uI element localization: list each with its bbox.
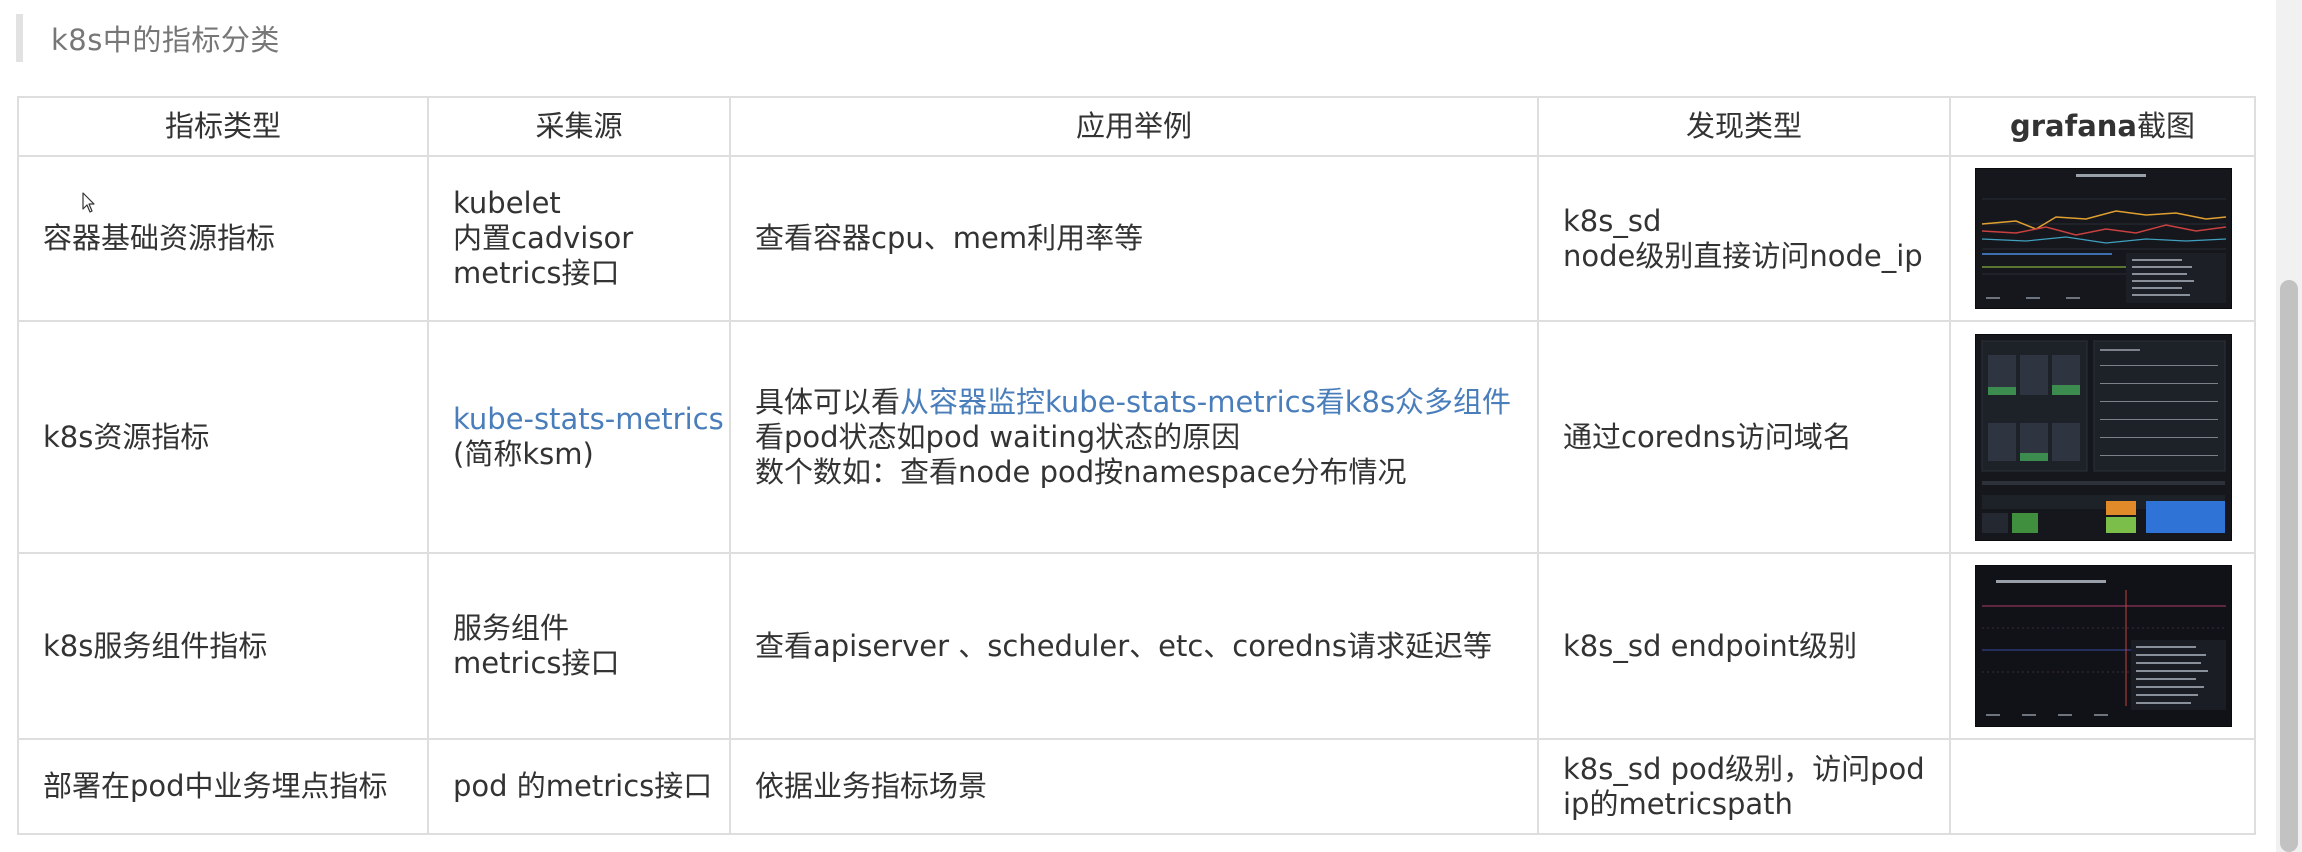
cell-grafana xyxy=(1949,320,2256,554)
cell-source: kube-stats-metrics (简称ksm) xyxy=(427,320,731,554)
cell-example: 具体可以看从容器监控kube-stats-metrics看k8s众多组件 看po… xyxy=(729,320,1539,554)
header-source: 采集源 xyxy=(427,96,731,157)
example-line: 数个数如：查看node pod按namespace分布情况 xyxy=(755,454,1407,489)
ksm-link[interactable]: kube-stats-metrics xyxy=(453,402,724,437)
cell-type: 容器基础资源指标 xyxy=(17,155,429,322)
cell-example: 依据业务指标场景 xyxy=(729,738,1539,835)
cell-grafana xyxy=(1949,552,2256,740)
page-title: k8s中的指标分类 xyxy=(51,23,280,57)
example-line: 查看apiserver 、scheduler、etc、coredns请求延迟等 xyxy=(755,628,1493,663)
discovery-line: k8s_sd endpoint级别 xyxy=(1563,628,1858,663)
discovery-line: node级别直接访问node_ip xyxy=(1563,238,1923,273)
source-line: kubelet xyxy=(453,186,561,220)
cell-discovery: k8s_sd node级别直接访问node_ip xyxy=(1537,155,1951,322)
example-line: 查看容器cpu、mem利用率等 xyxy=(755,221,1144,255)
table-row: 容器基础资源指标 kubelet 内置cadvisor metrics接口 查看… xyxy=(17,155,2256,322)
heading-accent-bar xyxy=(16,14,23,62)
cell-example: 查看apiserver 、scheduler、etc、coredns请求延迟等 xyxy=(729,552,1539,740)
source-line: metrics接口 xyxy=(453,256,620,290)
header-grafana-bold: grafana xyxy=(2009,109,2137,143)
discovery-line: k8s_sd xyxy=(1563,203,1662,238)
source-line: metrics接口 xyxy=(453,646,620,680)
page: k8s中的指标分类 指标类型 采集源 应用举例 发现类型 grafana截图 容… xyxy=(0,0,2302,852)
cell-example: 查看容器cpu、mem利用率等 xyxy=(729,155,1539,322)
example-line: 依据业务指标场景 xyxy=(755,769,988,803)
grafana-screenshot-container-usage[interactable] xyxy=(1975,168,2232,309)
mouse-pointer-icon xyxy=(82,192,96,214)
cell-source: kubelet 内置cadvisor metrics接口 xyxy=(427,155,731,322)
cell-discovery: 通过coredns访问域名 xyxy=(1537,320,1951,554)
header-example: 应用举例 xyxy=(729,96,1539,157)
table-row: 部署在pod中业务埋点指标 pod 的metrics接口 依据业务指标场景 k8… xyxy=(17,738,2256,835)
source-line: pod 的metrics接口 xyxy=(453,769,713,803)
table-row: k8s资源指标 kube-stats-metrics (简称ksm) 具体可以看… xyxy=(17,320,2256,554)
header-type: 指标类型 xyxy=(17,96,429,157)
cell-grafana xyxy=(1949,155,2256,322)
cell-source: pod 的metrics接口 xyxy=(427,738,731,835)
example-line-with-link: 具体可以看从容器监控kube-stats-metrics看k8s众多组件 xyxy=(755,385,1513,420)
grafana-screenshot-ksm-dashboard[interactable] xyxy=(1975,333,2232,541)
discovery-line: k8s_sd pod级别，访问pod xyxy=(1563,751,1925,786)
container-monitoring-link[interactable]: 从容器监控kube-stats-metrics看k8s众多组件 xyxy=(900,385,1511,419)
discovery-line: ip的metricspath xyxy=(1563,786,1793,821)
grafana-screenshot-apiserver-latency[interactable] xyxy=(1975,565,2232,727)
metrics-table: 指标类型 采集源 应用举例 发现类型 grafana截图 容器基础资源指标 ku… xyxy=(17,96,2256,835)
cell-grafana-empty xyxy=(1949,738,2256,835)
cell-type: 部署在pod中业务埋点指标 xyxy=(17,738,429,835)
source-line: (简称ksm) xyxy=(453,437,594,471)
cell-discovery: k8s_sd pod级别，访问pod ip的metricspath xyxy=(1537,738,1951,835)
example-prefix: 具体可以看 xyxy=(755,384,901,419)
cell-type: k8s资源指标 xyxy=(17,320,429,554)
section-heading: k8s中的指标分类 xyxy=(16,14,280,62)
header-discovery: 发现类型 xyxy=(1537,96,1951,157)
cell-type: k8s服务组件指标 xyxy=(17,552,429,740)
cell-source: 服务组件 metrics接口 xyxy=(427,552,731,740)
header-grafana: grafana截图 xyxy=(1949,96,2256,157)
scrollbar-thumb[interactable] xyxy=(2280,280,2298,852)
table-header-row: 指标类型 采集源 应用举例 发现类型 grafana截图 xyxy=(17,96,2256,157)
example-line: 看pod状态如pod waiting状态的原因 xyxy=(755,419,1241,454)
source-line: 内置cadvisor xyxy=(453,221,634,255)
cell-discovery: k8s_sd endpoint级别 xyxy=(1537,552,1951,740)
header-grafana-rest: 截图 xyxy=(2137,109,2196,143)
vertical-scrollbar[interactable] xyxy=(2276,0,2302,852)
discovery-line: 通过coredns访问域名 xyxy=(1563,419,1852,454)
source-line: 服务组件 xyxy=(453,611,570,645)
table-row: k8s服务组件指标 服务组件 metrics接口 查看apiserver 、sc… xyxy=(17,552,2256,740)
